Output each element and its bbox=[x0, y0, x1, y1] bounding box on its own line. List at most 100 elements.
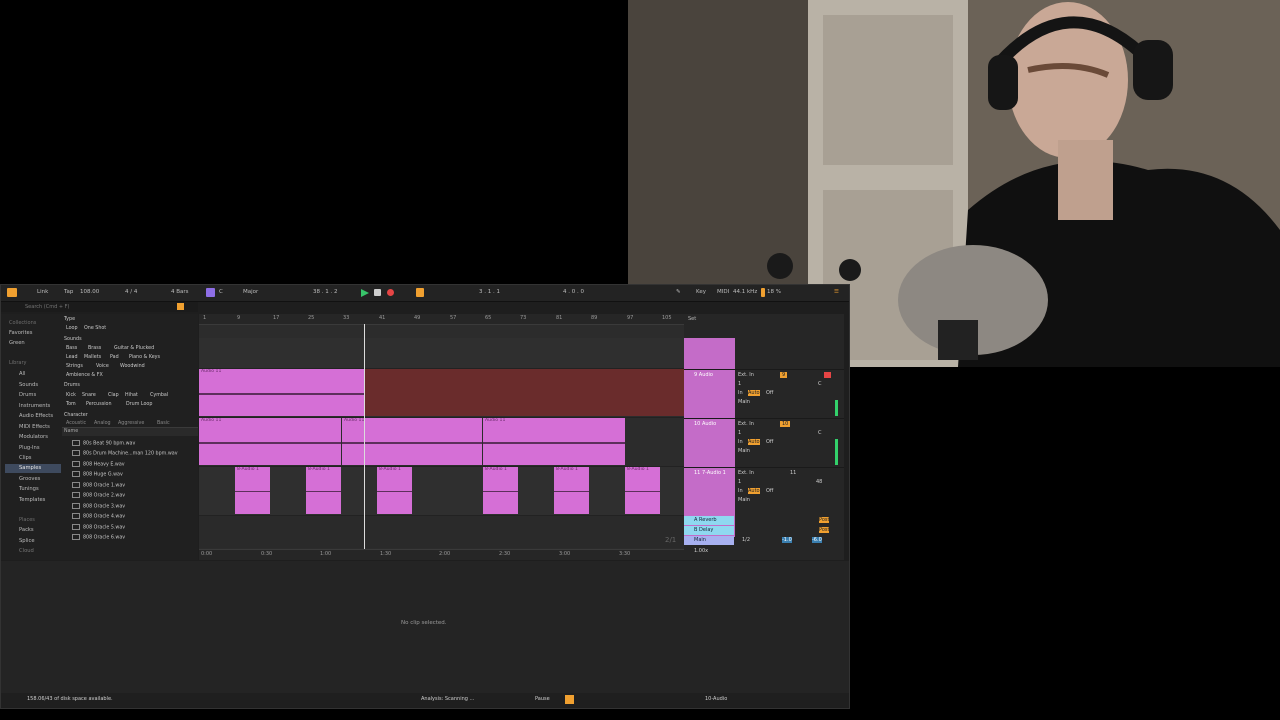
playhead[interactable] bbox=[364, 324, 365, 550]
file-item[interactable]: 808 Huge G.wav bbox=[72, 471, 123, 478]
sidebar-item-audio-effects[interactable]: Audio Effects bbox=[19, 413, 53, 419]
tag-guitar[interactable]: Guitar & Plucked bbox=[114, 346, 154, 351]
main-volume-2[interactable]: -6.0 bbox=[812, 537, 822, 543]
tag-percussion[interactable]: Percussion bbox=[86, 402, 112, 407]
monitor-auto[interactable]: Auto bbox=[748, 488, 760, 494]
midi-map-button[interactable]: MIDI bbox=[717, 289, 729, 295]
file-item[interactable]: 808 Oracle 4.wav bbox=[72, 513, 125, 520]
audio-clip[interactable]: 8-Audio 1 bbox=[554, 467, 589, 514]
scale-mode-icon[interactable] bbox=[206, 288, 215, 297]
sidebar-item-samples[interactable]: Samples bbox=[19, 465, 41, 471]
tag-kick[interactable]: Kick bbox=[66, 393, 76, 398]
track-name[interactable]: 9 Audio bbox=[694, 372, 713, 378]
tempo-multiplier[interactable]: 1.00x bbox=[694, 548, 708, 554]
main-output[interactable]: 1/2 bbox=[742, 537, 750, 543]
tap-button[interactable]: Tap bbox=[64, 289, 73, 295]
output-routing[interactable]: Main bbox=[738, 448, 750, 454]
file-item[interactable]: 808 Oracle 3.wav bbox=[72, 503, 125, 510]
tag-aggressive[interactable]: Aggressive bbox=[118, 421, 144, 426]
tag-pad[interactable]: Pad bbox=[110, 355, 119, 360]
tag-hihat[interactable]: Hihat bbox=[125, 393, 138, 398]
bar-ruler[interactable]: 1 9 17 25 33 41 49 57 65 73 81 89 97 105 bbox=[199, 314, 684, 325]
return-track-b[interactable]: B Delay bbox=[684, 526, 734, 535]
main-track[interactable]: Main bbox=[684, 536, 734, 545]
track-header-9-audio[interactable]: 9 Audio Ext. In 1 In Auto Off Main 9 C bbox=[684, 369, 844, 418]
tag-brass[interactable]: Brass bbox=[88, 346, 101, 351]
tag-lead[interactable]: Lead bbox=[66, 355, 78, 360]
play-icon[interactable] bbox=[361, 289, 369, 297]
file-item[interactable]: 80s Beat 90 bpm.wav bbox=[72, 440, 135, 447]
audio-clip[interactable]: 8-Audio 1 bbox=[625, 467, 660, 514]
warning-icon[interactable] bbox=[565, 695, 574, 704]
output-routing[interactable]: Main bbox=[738, 399, 750, 405]
pan-value[interactable]: C bbox=[818, 381, 822, 387]
monitor-off[interactable]: Off bbox=[766, 439, 773, 445]
search-input[interactable] bbox=[25, 303, 145, 310]
tag-one-shot[interactable]: One Shot bbox=[84, 326, 106, 331]
tag-mallets[interactable]: Mallets bbox=[84, 355, 101, 360]
tag-woodwind[interactable]: Woodwind bbox=[120, 364, 145, 369]
arrangement-view[interactable]: 1 9 17 25 33 41 49 57 65 73 81 89 97 105… bbox=[199, 314, 684, 560]
monitor-in[interactable]: In bbox=[738, 488, 743, 494]
song-position[interactable]: 38 . 1 . 2 bbox=[313, 289, 338, 295]
tag-ambience[interactable]: Ambience & FX bbox=[66, 373, 103, 378]
track-number[interactable]: 11 bbox=[790, 470, 796, 476]
sidebar-item-cloud[interactable]: Cloud bbox=[19, 548, 34, 554]
sidebar-item-all[interactable]: All bbox=[19, 371, 25, 377]
key-select[interactable]: C bbox=[219, 289, 223, 295]
time-signature[interactable]: 4 / 4 bbox=[125, 289, 137, 295]
file-item[interactable]: 808 Oracle 2.wav bbox=[72, 492, 125, 499]
time-ruler[interactable]: 0:00 0:30 1:00 1:30 2:00 2:30 3:00 3:30 bbox=[199, 549, 684, 560]
file-item[interactable]: 808 Oracle 5.wav bbox=[72, 524, 125, 531]
loop-length[interactable]: 4 . 0 . 0 bbox=[563, 289, 584, 295]
tag-drum-loop[interactable]: Drum Loop bbox=[126, 402, 152, 407]
tag-snare[interactable]: Snare bbox=[82, 393, 96, 398]
audio-clip[interactable]: Audio 11 bbox=[199, 369, 364, 416]
tag-loop[interactable]: Loop bbox=[66, 326, 78, 331]
audio-clip[interactable]: 8-Audio 1 bbox=[483, 467, 518, 514]
output-routing[interactable]: Main bbox=[738, 497, 750, 503]
post-button-b[interactable]: Post bbox=[819, 527, 830, 533]
set-button[interactable]: Set bbox=[688, 316, 696, 322]
track-lane-10-audio[interactable]: Audio 11 Audio 11 Audio 11 bbox=[199, 418, 684, 467]
tag-basic[interactable]: Basic bbox=[157, 421, 170, 426]
selection-region[interactable] bbox=[364, 369, 684, 416]
audio-clip[interactable]: Audio 11 bbox=[199, 418, 341, 465]
name-column-header[interactable]: Name bbox=[62, 427, 198, 436]
file-item[interactable]: 808 Oracle 6.wav bbox=[72, 534, 125, 541]
audio-clip[interactable]: 8-Audio 1 bbox=[235, 467, 270, 514]
type-label[interactable]: Type bbox=[64, 317, 75, 322]
sidebar-item-instruments[interactable]: Instruments bbox=[19, 403, 50, 409]
track-number[interactable]: 9 bbox=[780, 372, 788, 378]
input-type[interactable]: Ext. In bbox=[738, 421, 754, 427]
track-header-11-audio[interactable]: 11 7-Audio 1 Ext. In 1 In Auto Off Main … bbox=[684, 467, 844, 516]
sidebar-item-sounds[interactable]: Sounds bbox=[19, 382, 38, 388]
stop-icon[interactable] bbox=[374, 289, 381, 296]
tag-voice[interactable]: Voice bbox=[96, 364, 109, 369]
tag-cymbal[interactable]: Cymbal bbox=[150, 393, 168, 398]
input-type[interactable]: Ext. In bbox=[738, 372, 754, 378]
sounds-label[interactable]: Sounds bbox=[64, 337, 82, 342]
audio-clip[interactable]: Audio 11 bbox=[483, 418, 625, 465]
pencil-icon[interactable]: ✎ bbox=[676, 289, 681, 295]
monitor-off[interactable]: Off bbox=[766, 390, 773, 396]
sidebar-item-grooves[interactable]: Grooves bbox=[19, 476, 40, 482]
character-label[interactable]: Character bbox=[64, 413, 88, 418]
monitor-off[interactable]: Off bbox=[766, 488, 773, 494]
track-header-10-audio[interactable]: 10 Audio Ext. In 1 In Auto Off Main 10 C bbox=[684, 418, 844, 467]
live-logo-icon[interactable] bbox=[7, 288, 17, 297]
monitor-auto[interactable]: Auto bbox=[748, 390, 760, 396]
sidebar-item-midi-effects[interactable]: MIDI Effects bbox=[19, 424, 50, 430]
sidebar-item-templates[interactable]: Templates bbox=[19, 497, 45, 503]
return-track-a[interactable]: A Reverb bbox=[684, 516, 734, 525]
tag-piano[interactable]: Piano & Keys bbox=[129, 355, 160, 360]
track-lane-11-audio[interactable]: 8-Audio 1 8-Audio 1 8-Audio 1 8-Audio 1 … bbox=[199, 467, 684, 516]
pause-button[interactable]: Pause bbox=[535, 696, 550, 702]
pan-value[interactable]: C bbox=[818, 430, 822, 436]
post-button-a[interactable]: Post bbox=[819, 517, 830, 523]
monitor-auto[interactable]: Auto bbox=[748, 439, 760, 445]
sidebar-item-favorites[interactable]: Favorites bbox=[9, 330, 32, 336]
quantize-menu[interactable]: 4 Bars bbox=[171, 289, 189, 295]
track-name[interactable]: 11 7-Audio 1 bbox=[694, 470, 726, 476]
input-channel[interactable]: 1 bbox=[738, 381, 741, 387]
